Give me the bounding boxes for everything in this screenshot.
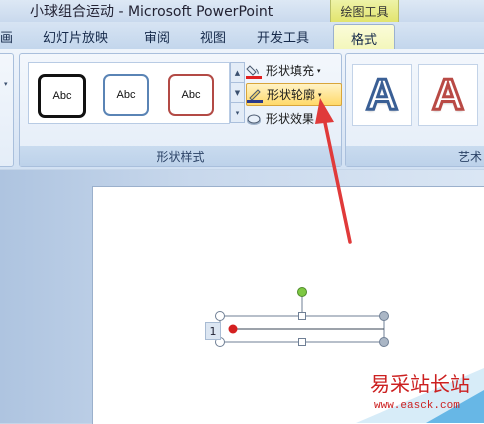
tab-developer[interactable]: 开发工具 bbox=[257, 27, 309, 46]
ribbon-group-partial: ▾ bbox=[0, 53, 14, 167]
ribbon: ▾ Abc Abc Abc ▲ ▼ ▾ 形状填充 ▾ 形状轮廓 ▾ 形状效果 形… bbox=[0, 49, 484, 169]
ribbon-tab-row: 画 幻灯片放映 审阅 视图 开发工具 格式 bbox=[0, 22, 484, 51]
tab-home-partial[interactable]: 画 bbox=[0, 27, 13, 46]
title-bar: 小球组合运动 - Microsoft PowerPoint 绘图工具 bbox=[0, 0, 484, 22]
corner-handle-br bbox=[379, 337, 389, 347]
shape-style-gallery: Abc Abc Abc bbox=[28, 62, 230, 124]
watermark-url: www.easck.com bbox=[374, 400, 460, 412]
shape-fill-label: 形状填充 bbox=[266, 64, 315, 78]
shape-style-swatch-1[interactable]: Abc bbox=[32, 68, 87, 120]
shape-outline-label: 形状轮廓 bbox=[267, 88, 316, 102]
watermark-title: 易采站长站 bbox=[370, 372, 470, 396]
annotation-arrow bbox=[315, 98, 352, 244]
arrow-shaft bbox=[322, 116, 352, 244]
ribbon-group-shape-styles: Abc Abc Abc ▲ ▼ ▾ 形状填充 ▾ 形状轮廓 ▾ 形状效果 形状样… bbox=[19, 53, 342, 167]
gallery-more-button[interactable]: ▾ bbox=[230, 102, 245, 123]
selected-line-shape[interactable] bbox=[200, 282, 400, 352]
shape-style-swatch-3[interactable]: Abc bbox=[162, 68, 217, 120]
drawing-tools-header: 绘图工具 bbox=[330, 0, 399, 22]
window-title: 小球组合运动 - Microsoft PowerPoint bbox=[30, 4, 274, 20]
paint-bucket-icon bbox=[246, 63, 262, 79]
tab-slideshow[interactable]: 幻灯片放映 bbox=[43, 27, 108, 46]
pencil-icon bbox=[247, 87, 263, 103]
gallery-down-button[interactable]: ▼ bbox=[230, 82, 245, 103]
shape-styles-group-label: 形状样式 bbox=[20, 146, 341, 166]
gallery-up-button[interactable]: ▲ bbox=[230, 62, 245, 83]
rotate-handle bbox=[297, 287, 307, 297]
shape-fill-button[interactable]: 形状填充 ▾ bbox=[246, 60, 346, 81]
row-number-tag: 1 bbox=[205, 322, 221, 340]
arrow-head bbox=[315, 98, 334, 124]
shape-effects-icon bbox=[246, 111, 262, 127]
swatch-label: Abc bbox=[168, 74, 214, 116]
tab-format[interactable]: 格式 bbox=[333, 24, 395, 51]
chevron-down-icon: ▾ bbox=[317, 66, 321, 75]
shape-effects-label: 形状效果 bbox=[266, 112, 315, 126]
tab-review[interactable]: 审阅 bbox=[144, 27, 170, 46]
gallery-scroll: ▲ ▼ ▾ bbox=[230, 62, 245, 123]
red-ball bbox=[228, 324, 238, 334]
chevron-down-icon[interactable]: ▾ bbox=[4, 80, 8, 88]
corner-handle-tr bbox=[379, 311, 389, 321]
wordart-letter: A bbox=[431, 69, 466, 121]
swatch-label: Abc bbox=[103, 74, 149, 116]
side-handle-bottom bbox=[298, 338, 306, 346]
shape-style-swatch-2[interactable]: Abc bbox=[97, 68, 152, 120]
corner-handle-tl bbox=[215, 311, 225, 321]
tab-view[interactable]: 视图 bbox=[200, 27, 226, 46]
site-watermark: 易采站长站 www.easck.com bbox=[356, 360, 484, 423]
swatch-label: Abc bbox=[38, 74, 86, 118]
wordart-style-red[interactable]: A bbox=[418, 64, 478, 126]
side-handle-top bbox=[298, 312, 306, 320]
